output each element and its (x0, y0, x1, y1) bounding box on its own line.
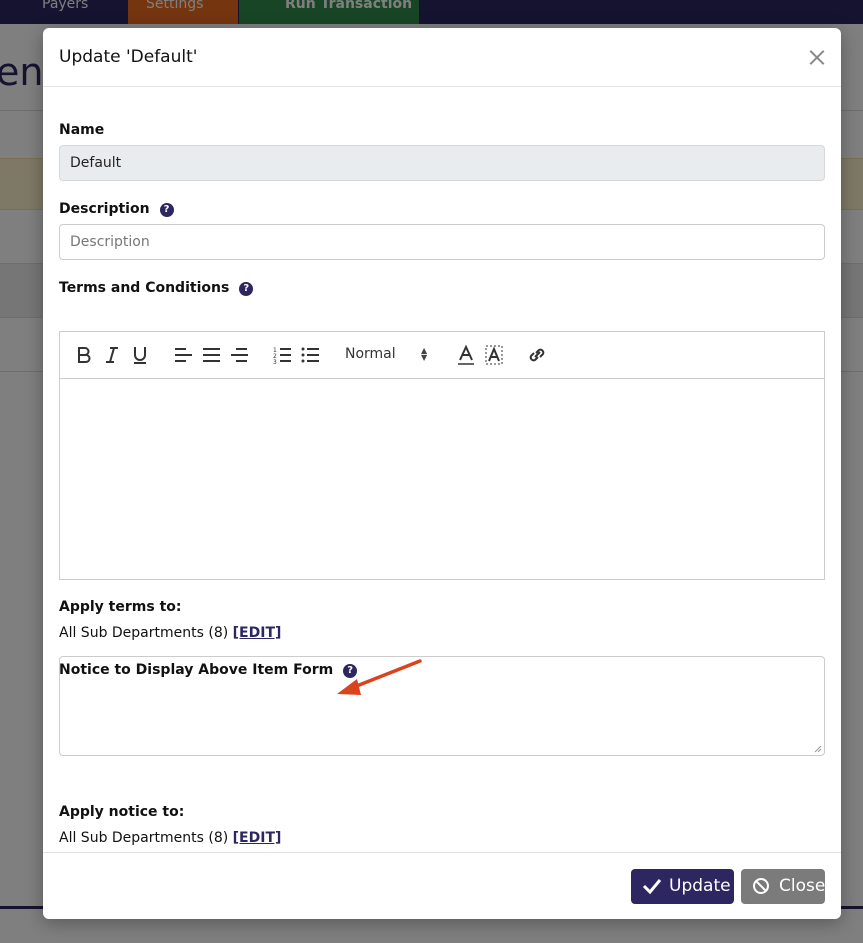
name-field[interactable] (59, 145, 825, 181)
close-button-label: Close (779, 876, 826, 896)
apply-notice-value: All Sub Departments (8) (59, 830, 229, 846)
terms-label: Terms and Conditions (59, 280, 230, 296)
update-modal: Update 'Default' Name Description? Terms… (43, 28, 841, 919)
link-icon[interactable] (527, 344, 547, 366)
apply-notice-row: All Sub Departments (8) [EDIT] (59, 830, 281, 846)
modal-title: Update 'Default' (59, 47, 198, 67)
close-icon[interactable] (807, 47, 827, 67)
rich-text-editor: 123 Normal ▲ ▼ (59, 331, 825, 580)
update-button-label: Update (669, 876, 731, 896)
editor-toolbar: 123 Normal ▲ ▼ (60, 332, 824, 379)
notice-textarea[interactable] (59, 656, 825, 756)
name-label: Name (59, 122, 105, 138)
apply-terms-value: All Sub Departments (8) (59, 625, 229, 641)
align-center-icon[interactable] (202, 344, 220, 366)
format-select-value: Normal (345, 346, 396, 362)
update-button[interactable]: Update (631, 869, 734, 904)
modal-footer: Update Close (43, 852, 841, 919)
bullet-list-icon[interactable] (301, 344, 319, 366)
terms-label-row: Terms and Conditions? (59, 280, 254, 296)
help-icon[interactable]: ? (239, 282, 254, 296)
close-button[interactable]: Close (741, 869, 825, 904)
editor-content[interactable] (60, 379, 824, 579)
apply-notice-edit-link[interactable]: [EDIT] (233, 830, 282, 846)
ban-icon (753, 878, 769, 894)
description-field[interactable] (59, 224, 825, 260)
check-icon (642, 879, 662, 895)
background-color-icon[interactable] (485, 344, 503, 366)
italic-icon[interactable] (104, 344, 120, 366)
svg-text:3: 3 (273, 359, 277, 366)
apply-terms-label: Apply terms to: (59, 599, 182, 615)
description-label: Description (59, 201, 150, 217)
select-arrows-icon: ▲ ▼ (421, 346, 428, 362)
help-icon[interactable]: ? (159, 203, 174, 217)
description-label-row: Description? (59, 201, 174, 217)
underline-icon[interactable] (132, 344, 148, 366)
format-select[interactable]: Normal ▲ ▼ (345, 346, 427, 362)
text-color-icon[interactable] (457, 344, 475, 366)
ordered-list-icon[interactable]: 123 (273, 344, 291, 366)
apply-terms-edit-link[interactable]: [EDIT] (233, 625, 282, 641)
modal-header: Update 'Default' (43, 28, 841, 87)
bold-icon[interactable] (76, 344, 92, 366)
align-right-icon[interactable] (230, 344, 248, 366)
resize-grip-icon[interactable] (814, 745, 822, 753)
align-left-icon[interactable] (174, 344, 192, 366)
apply-notice-label: Apply notice to: (59, 804, 185, 820)
apply-terms-row: All Sub Departments (8) [EDIT] (59, 625, 281, 641)
